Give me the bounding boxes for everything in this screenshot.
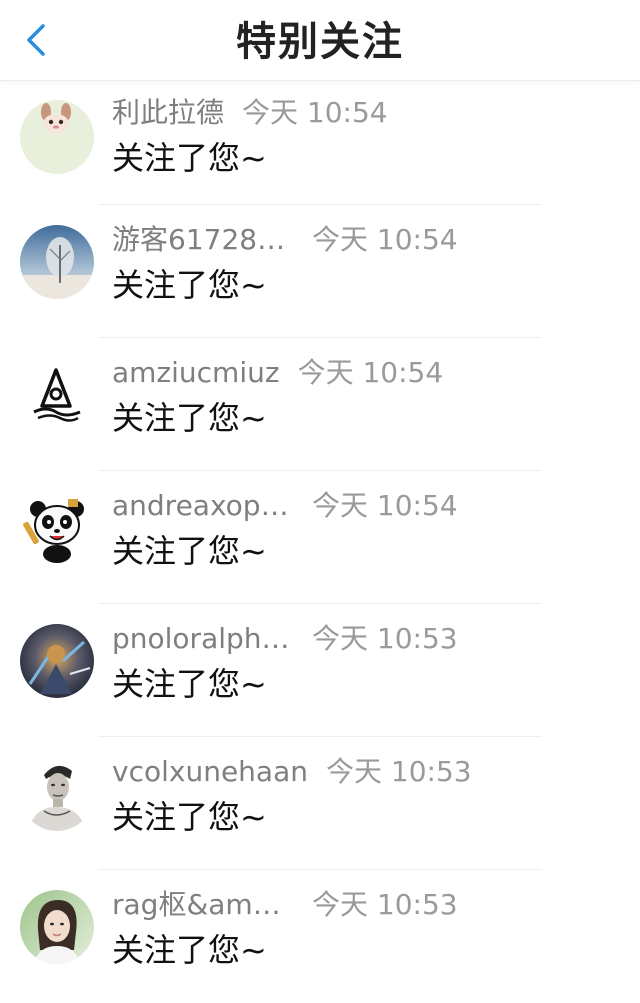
logo-avatar-image [20, 358, 94, 432]
list-item[interactable]: vcolxunehaan 今天 10:53 关注了您~ [0, 737, 640, 870]
message-text: 关注了您~ [112, 665, 267, 703]
message-text: 关注了您~ [112, 931, 267, 969]
item-meta: pnoloralphly... 今天 10:53 [112, 620, 458, 658]
game-character-avatar-image [20, 624, 94, 698]
list-item[interactable]: pnoloralphly... 今天 10:53 关注了您~ [0, 604, 640, 737]
message-text: 关注了您~ [112, 266, 267, 304]
item-meta: rag枢&amp;... 今天 10:53 [112, 886, 458, 924]
avatar[interactable] [20, 100, 94, 174]
timestamp: 今天 10:54 [297, 356, 444, 389]
list-item[interactable]: andreaxopw... 今天 10:54 关注了您~ [0, 471, 640, 604]
avatar[interactable] [20, 225, 94, 299]
list-item[interactable]: amziucmiuz 今天 10:54 关注了您~ [0, 338, 640, 471]
avatar[interactable] [20, 890, 94, 964]
timestamp: 今天 10:54 [312, 223, 458, 256]
item-meta: vcolxunehaan 今天 10:53 [112, 753, 472, 791]
username[interactable]: amziucmiuz [112, 354, 280, 392]
list-item[interactable]: 游客617284... 今天 10:54 关注了您~ [0, 205, 640, 338]
timestamp: 今天 10:54 [242, 96, 388, 129]
list-item[interactable]: rag枢&amp;... 今天 10:53 关注了您~ [0, 870, 640, 1003]
item-meta: 利此拉德 今天 10:54 [112, 94, 388, 132]
notification-list: 利此拉德 今天 10:54 关注了您~ 游客617284... 今天 10:54… [0, 80, 640, 1003]
avatar[interactable] [20, 757, 94, 831]
username[interactable]: rag枢&amp;... [112, 886, 294, 924]
girl-portrait-avatar-image [20, 890, 94, 964]
item-meta: andreaxopw... 今天 10:54 [112, 487, 458, 525]
username[interactable]: 游客617284... [112, 221, 294, 259]
item-meta: 游客617284... 今天 10:54 [112, 221, 458, 259]
message-text: 关注了您~ [112, 399, 267, 437]
bunny-avatar-image [20, 100, 94, 174]
timestamp: 今天 10:53 [312, 622, 458, 655]
timestamp: 今天 10:53 [312, 888, 458, 921]
username[interactable]: pnoloralphly... [112, 620, 294, 658]
message-text: 关注了您~ [112, 798, 267, 836]
man-portrait-avatar-image [20, 757, 94, 831]
message-text: 关注了您~ [112, 532, 267, 570]
username[interactable]: andreaxopw... [112, 487, 294, 525]
item-meta: amziucmiuz 今天 10:54 [112, 354, 443, 392]
timestamp: 今天 10:54 [312, 489, 458, 522]
username[interactable]: 利此拉德 [112, 94, 224, 132]
page-title: 特别关注 [236, 19, 404, 65]
snow-tree-avatar-image [20, 225, 94, 299]
avatar[interactable] [20, 624, 94, 698]
message-text: 关注了您~ [112, 139, 267, 177]
avatar[interactable] [20, 491, 94, 565]
list-item[interactable]: 利此拉德 今天 10:54 关注了您~ [0, 80, 640, 205]
username[interactable]: vcolxunehaan [112, 753, 308, 791]
avatar[interactable] [20, 358, 94, 432]
timestamp: 今天 10:53 [325, 755, 472, 788]
top-bar: 特别关注 [0, 0, 640, 81]
panda-avatar-image [20, 491, 94, 565]
